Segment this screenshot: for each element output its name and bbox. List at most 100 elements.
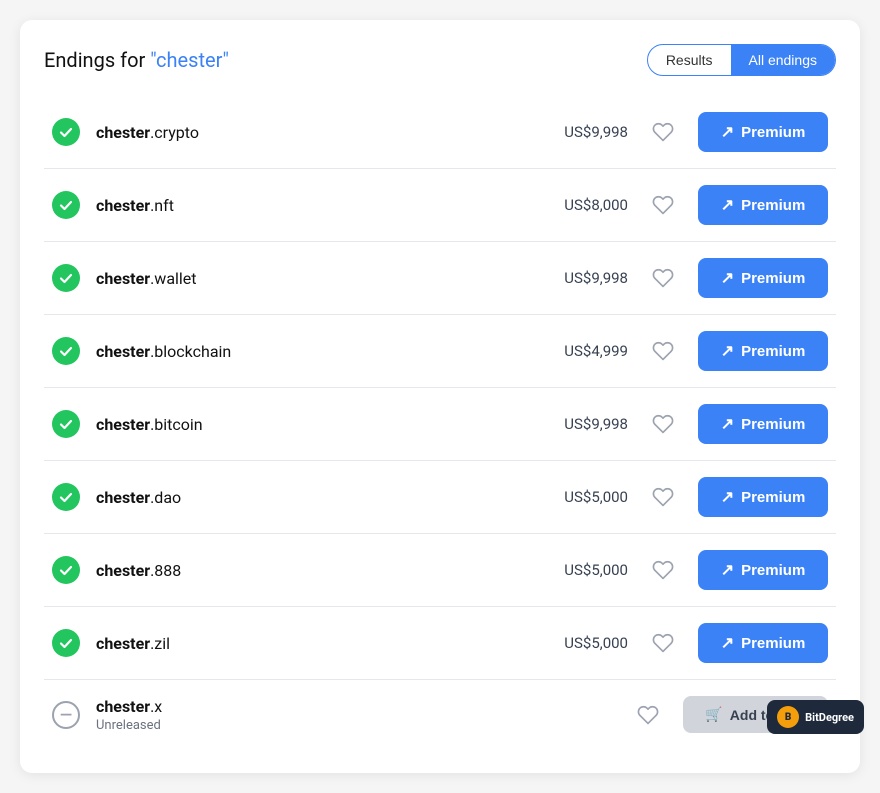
arrow-up-right-icon: ↗ bbox=[721, 341, 734, 361]
premium-btn-label: Premium bbox=[741, 635, 805, 652]
domain-ext: .dao bbox=[150, 488, 181, 507]
domain-row: chester.blockchain US$4,999 ↗ Premium bbox=[44, 315, 836, 388]
favorite-button[interactable] bbox=[644, 190, 682, 220]
premium-button[interactable]: ↗ Premium bbox=[698, 477, 828, 517]
premium-btn-label: Premium bbox=[741, 124, 805, 141]
premium-btn-label: Premium bbox=[741, 489, 805, 506]
arrow-up-right-icon: ↗ bbox=[721, 487, 734, 507]
bd-logo-icon: B bbox=[777, 706, 799, 728]
premium-btn-label: Premium bbox=[741, 562, 805, 579]
domain-ext: .x bbox=[150, 697, 162, 716]
domain-ext: .wallet bbox=[150, 269, 196, 288]
domain-ext: .nft bbox=[150, 196, 174, 215]
arrow-up-right-icon: ↗ bbox=[721, 195, 734, 215]
page-header: Endings for "chester" Results All ending… bbox=[44, 44, 836, 76]
domain-ext: .bitcoin bbox=[150, 415, 203, 434]
domain-base: chester bbox=[96, 634, 150, 653]
domain-price: US$5,000 bbox=[528, 561, 628, 579]
favorite-button[interactable] bbox=[644, 628, 682, 658]
domain-ext: .crypto bbox=[150, 123, 199, 142]
domain-base: chester bbox=[96, 697, 150, 716]
premium-btn-label: Premium bbox=[741, 416, 805, 433]
arrow-up-right-icon: ↗ bbox=[721, 268, 734, 288]
domain-name: chester.wallet bbox=[96, 269, 512, 288]
status-icon bbox=[52, 337, 80, 365]
domain-base: chester bbox=[96, 488, 150, 507]
domain-row: chester.bitcoin US$9,998 ↗ Premium bbox=[44, 388, 836, 461]
premium-button[interactable]: ↗ Premium bbox=[698, 185, 828, 225]
domain-name: chester.bitcoin bbox=[96, 415, 512, 434]
all-endings-toggle-btn[interactable]: All endings bbox=[731, 45, 836, 75]
arrow-up-right-icon: ↗ bbox=[721, 414, 734, 434]
domain-sub-label: Unreleased bbox=[96, 718, 497, 733]
status-icon: — bbox=[52, 701, 80, 729]
premium-button[interactable]: ↗ Premium bbox=[698, 623, 828, 663]
unavailable-icon: — bbox=[52, 701, 80, 729]
favorite-button[interactable] bbox=[644, 263, 682, 293]
premium-button[interactable]: ↗ Premium bbox=[698, 550, 828, 590]
domain-base: chester bbox=[96, 342, 150, 361]
premium-button[interactable]: ↗ Premium bbox=[698, 112, 828, 152]
cart-icon: 🛒 bbox=[705, 706, 722, 723]
favorite-button[interactable] bbox=[644, 555, 682, 585]
domain-name: chester.nft bbox=[96, 196, 512, 215]
favorite-button[interactable] bbox=[644, 336, 682, 366]
domain-base: chester bbox=[96, 123, 150, 142]
domain-base: chester bbox=[96, 196, 150, 215]
arrow-up-right-icon: ↗ bbox=[721, 560, 734, 580]
domain-price: US$8,000 bbox=[528, 196, 628, 214]
domain-row: chester.888 US$5,000 ↗ Premium bbox=[44, 534, 836, 607]
favorite-button[interactable] bbox=[644, 117, 682, 147]
status-icon bbox=[52, 410, 80, 438]
domain-row: chester.crypto US$9,998 ↗ Premium bbox=[44, 96, 836, 169]
domain-ext: .888 bbox=[150, 561, 181, 580]
results-toggle-btn[interactable]: Results bbox=[648, 45, 731, 75]
domain-price: US$4,999 bbox=[528, 342, 628, 360]
page-title: Endings for "chester" bbox=[44, 48, 229, 72]
domain-name: chester.x Unreleased bbox=[96, 697, 497, 733]
search-query: "chester" bbox=[150, 48, 229, 72]
domain-name: chester.zil bbox=[96, 634, 512, 653]
domain-base: chester bbox=[96, 561, 150, 580]
status-icon bbox=[52, 483, 80, 511]
favorite-button[interactable] bbox=[644, 482, 682, 512]
domain-row: chester.wallet US$9,998 ↗ Premium bbox=[44, 242, 836, 315]
domain-name: chester.888 bbox=[96, 561, 512, 580]
domain-name: chester.dao bbox=[96, 488, 512, 507]
premium-btn-label: Premium bbox=[741, 343, 805, 360]
domain-row: chester.dao US$5,000 ↗ Premium bbox=[44, 461, 836, 534]
watermark: B BitDegree bbox=[767, 700, 864, 734]
status-icon bbox=[52, 191, 80, 219]
domain-price: US$9,998 bbox=[528, 415, 628, 433]
favorite-button[interactable] bbox=[629, 700, 667, 730]
domain-base: chester bbox=[96, 269, 150, 288]
domain-price: US$9,998 bbox=[528, 123, 628, 141]
domain-base: chester bbox=[96, 415, 150, 434]
view-toggle: Results All endings bbox=[647, 44, 836, 76]
premium-button[interactable]: ↗ Premium bbox=[698, 258, 828, 298]
premium-btn-label: Premium bbox=[741, 197, 805, 214]
title-prefix: Endings for bbox=[44, 48, 150, 72]
watermark-label: BitDegree bbox=[805, 711, 854, 724]
domain-row: —chester.xUnreleased🛒Add to Cart bbox=[44, 680, 836, 749]
status-icon bbox=[52, 264, 80, 292]
status-icon bbox=[52, 118, 80, 146]
domain-list: chester.cryptoUS$9,998↗Premiumchester.nf… bbox=[44, 96, 836, 749]
domain-price: US$9,998 bbox=[528, 269, 628, 287]
domain-price: US$5,000 bbox=[528, 634, 628, 652]
premium-button[interactable]: ↗ Premium bbox=[698, 404, 828, 444]
main-container: Endings for "chester" Results All ending… bbox=[20, 20, 860, 773]
arrow-up-right-icon: ↗ bbox=[721, 633, 734, 653]
premium-btn-label: Premium bbox=[741, 270, 805, 287]
domain-price: US$5,000 bbox=[528, 488, 628, 506]
status-icon bbox=[52, 629, 80, 657]
domain-ext: .blockchain bbox=[150, 342, 231, 361]
status-icon bbox=[52, 556, 80, 584]
domain-row: chester.zil US$5,000 ↗ Premium bbox=[44, 607, 836, 680]
domain-name: chester.blockchain bbox=[96, 342, 512, 361]
arrow-up-right-icon: ↗ bbox=[721, 122, 734, 142]
domain-ext: .zil bbox=[150, 634, 170, 653]
domain-name: chester.crypto bbox=[96, 123, 512, 142]
premium-button[interactable]: ↗ Premium bbox=[698, 331, 828, 371]
favorite-button[interactable] bbox=[644, 409, 682, 439]
